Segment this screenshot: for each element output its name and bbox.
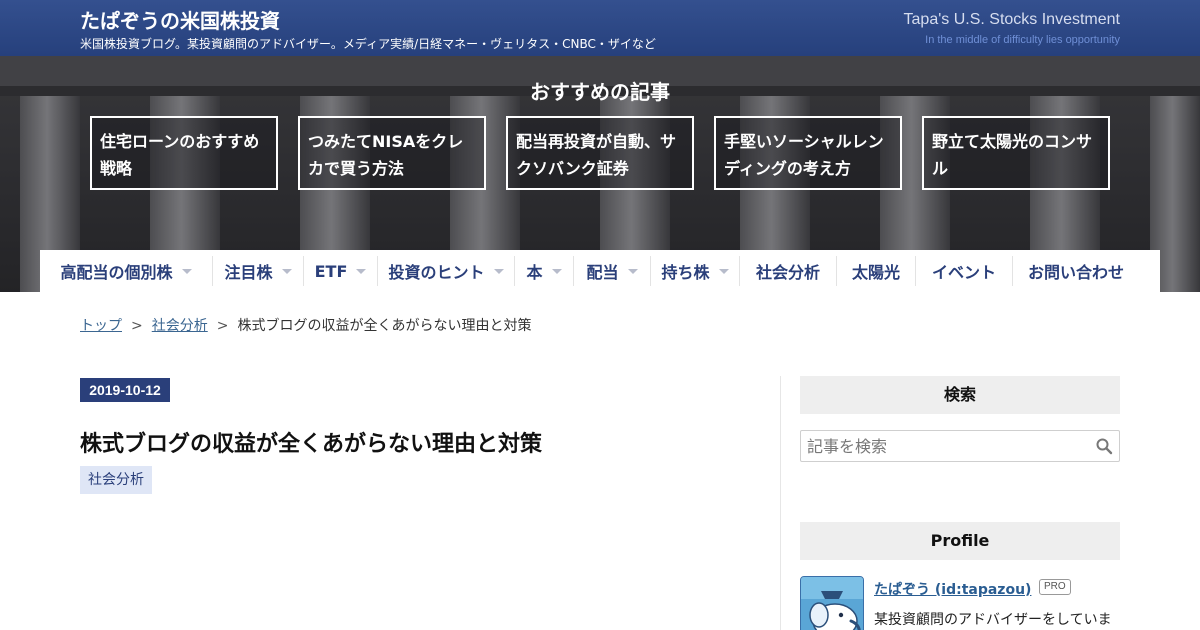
chevron-down-icon [493,268,504,274]
breadcrumb-category-link[interactable]: 社会分析 [152,318,208,334]
content-sidebar-divider [780,376,781,630]
nav-item-etf[interactable]: ETF [304,250,377,292]
nav-item-label: 社会分析 [755,263,820,282]
site-motto: In the middle of difficulty lies opportu… [925,34,1120,46]
nav-item-social-analysis[interactable]: 社会分析 [740,250,836,292]
nav-item-dividends[interactable]: 配当 [574,250,650,292]
recommended-card-social-lending[interactable]: 手堅いソーシャルレンディングの考え方 [714,116,902,190]
search-box [800,430,1120,462]
article-date[interactable]: 2019-10-12 [80,378,170,402]
search-icon[interactable] [1095,437,1113,455]
nav-item-label: お問い合わせ [1027,263,1124,282]
recommended-card-nisa[interactable]: つみたてNISAをクレカで買う方法 [298,116,486,190]
recommended-card-solar[interactable]: 野立て太陽光のコンサル [922,116,1110,190]
nav-item-solar[interactable]: 太陽光 [837,250,915,292]
chevron-down-icon [281,268,292,274]
breadcrumb: トップ > 社会分析 > 株式ブログの収益が全くあがらない理由と対策 [80,315,531,335]
nav-item-events[interactable]: イベント [916,250,1012,292]
chevron-down-icon [181,268,192,274]
avatar[interactable] [800,576,864,630]
search-input[interactable] [807,434,1087,458]
nav-item-label: 本 [526,263,543,282]
site-description: 米国株投資ブログ。某投資顧問のアドバイザー。メディア実績/日経マネー・ヴェリタス… [80,37,656,51]
hero-title: おすすめの記事 [530,80,670,104]
recommended-card-mortgage[interactable]: 住宅ローンのおすすめ戦略 [90,116,278,190]
nav-item-label: ETF [314,261,348,281]
breadcrumb-home-link[interactable]: トップ [80,318,122,334]
nav-item-contact[interactable]: お問い合わせ [1013,250,1139,292]
global-nav: 高配当の個別株 注目株 ETF 投資のヒント 本 配当 持ち株 社会分析 太陽光… [40,250,1160,292]
elephant-avatar-icon [801,577,863,630]
nav-item-label: 投資のヒント [388,263,485,282]
article-category-tag[interactable]: 社会分析 [80,466,152,494]
nav-item-label: 持ち株 [661,263,710,282]
nav-item-label: 注目株 [224,263,273,282]
breadcrumb-separator: > [216,318,229,334]
nav-item-watch-stocks[interactable]: 注目株 [213,250,303,292]
breadcrumb-current: 株式ブログの収益が全くあがらない理由と対策 [237,318,532,334]
site-title-english: Tapa's U.S. Stocks Investment [903,11,1120,28]
article-title: 株式ブログの収益が全くあがらない理由と対策 [80,432,543,457]
nav-item-holdings[interactable]: 持ち株 [651,250,739,292]
recommended-card-saxo[interactable]: 配当再投資が自動、サクソバンク証券 [506,116,694,190]
chevron-down-icon [627,268,638,274]
nav-item-dividend-stocks[interactable]: 高配当の個別株 [40,250,212,292]
nav-item-label: 高配当の個別株 [60,263,173,282]
chevron-down-icon [356,268,367,274]
site-title[interactable]: たぱぞうの米国株投資 [80,5,280,34]
profile-heading: Profile [800,522,1120,560]
chevron-down-icon [551,268,562,274]
nav-item-books[interactable]: 本 [515,250,573,292]
nav-item-label: イベント [931,263,996,282]
chevron-down-icon [718,268,729,274]
breadcrumb-separator: > [131,318,143,334]
profile-name-link[interactable]: たぱぞう (id:tapazou) [874,579,1031,599]
pro-badge: PRO [1039,579,1071,595]
nav-item-label: 配当 [586,263,619,282]
site-header: たぱぞうの米国株投資 米国株投資ブログ。某投資顧問のアドバイザー。メディア実績/… [0,0,1200,56]
nav-item-label: 太陽光 [851,263,900,282]
search-heading: 検索 [800,376,1120,414]
nav-item-investment-tips[interactable]: 投資のヒント [378,250,514,292]
profile-description: 某投資顧問のアドバイザーをしていま [874,612,1112,628]
